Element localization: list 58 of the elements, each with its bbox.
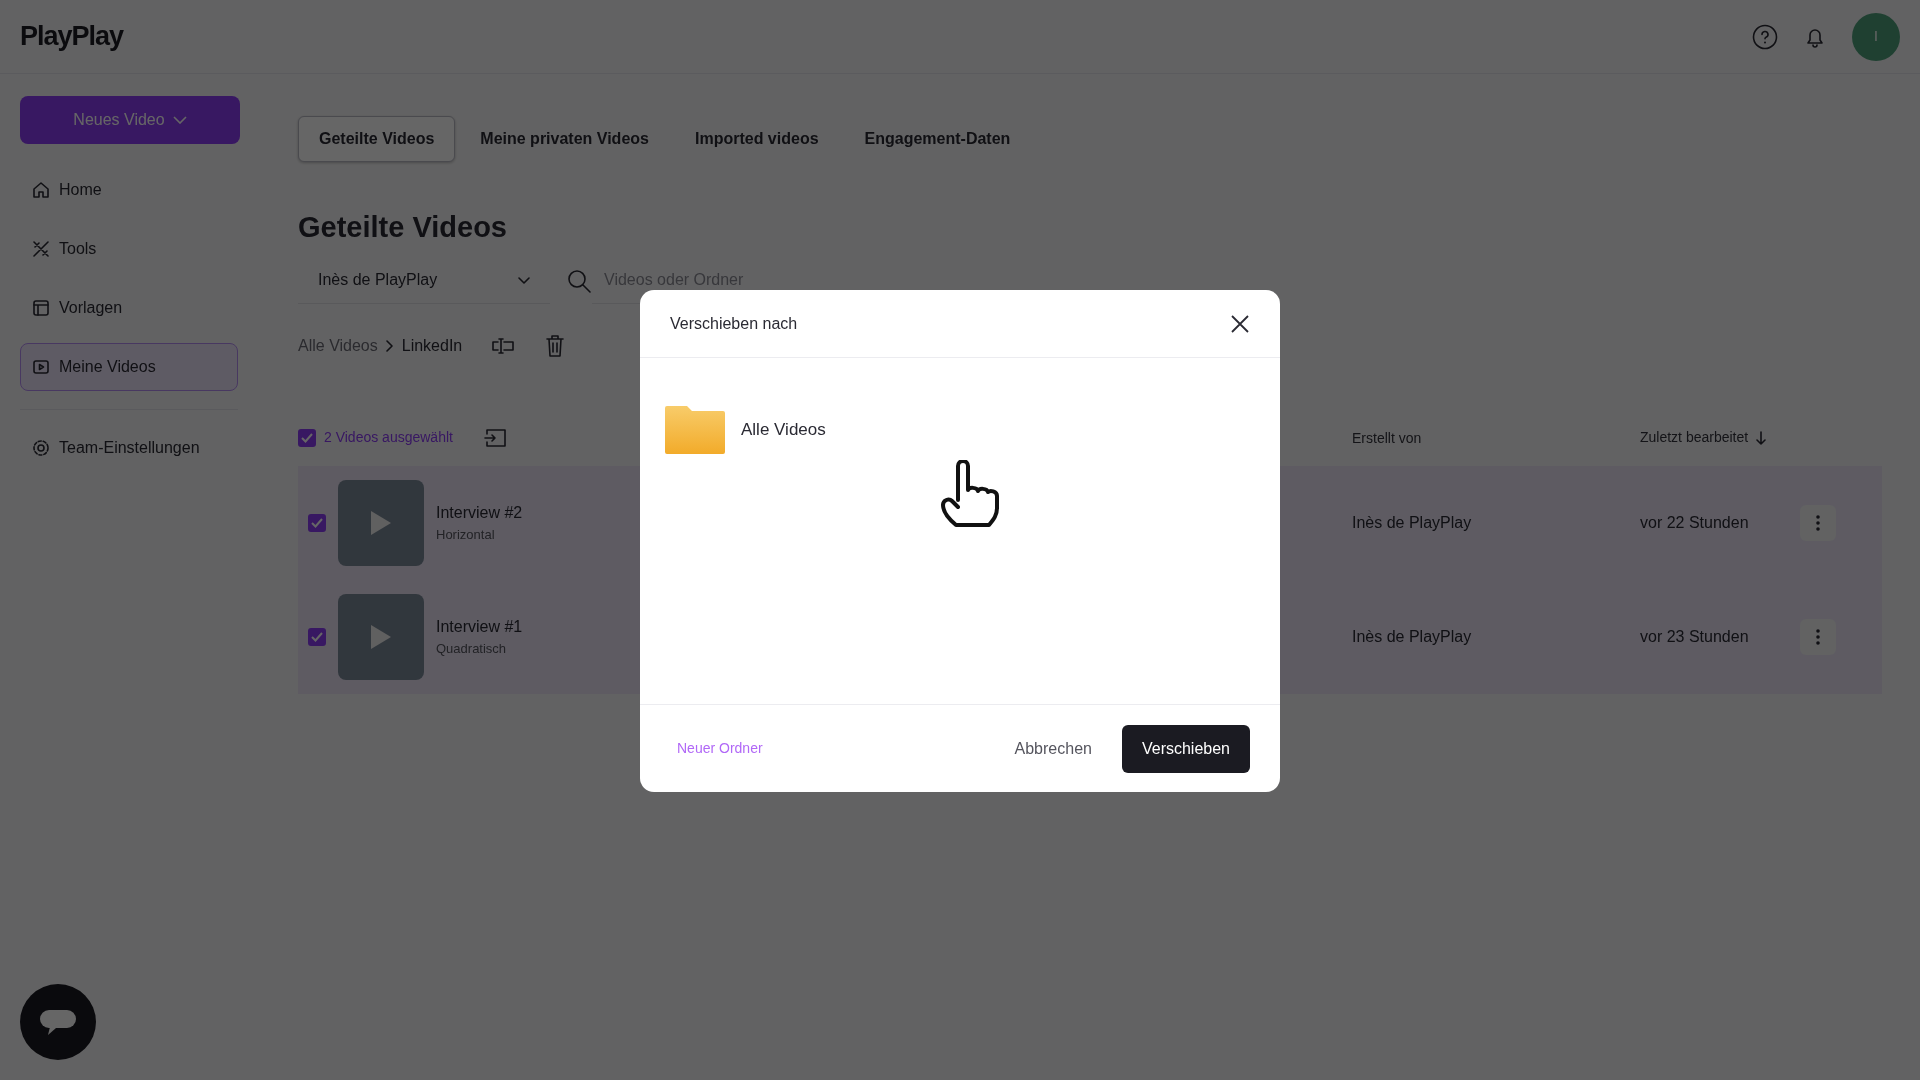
- close-icon[interactable]: [1230, 313, 1250, 334]
- table-cell-text: Inès de PlayPlay: [1352, 512, 1473, 533]
- chevron-right-icon: [385, 339, 394, 352]
- sidebar-item[interactable]: Team-Einstellungen: [20, 424, 238, 472]
- sidebar-item[interactable]: Tools: [20, 225, 238, 273]
- folder-name[interactable]: Alle Videos: [741, 417, 826, 443]
- checkbox[interactable]: [298, 428, 316, 447]
- play-icon: [369, 508, 393, 537]
- tab[interactable]: Imported videos: [673, 116, 840, 162]
- checkbox[interactable]: [308, 627, 326, 646]
- kebab-icon: [1816, 628, 1820, 645]
- home-icon: [31, 180, 51, 200]
- dialog-title: Verschieben nach: [670, 313, 798, 334]
- search-icon: [566, 267, 592, 294]
- page-title: Geteilte Videos: [298, 210, 508, 245]
- cancel-button[interactable]: Abbrechen: [1008, 735, 1098, 762]
- new-video-button[interactable]: Neues Video: [20, 96, 240, 144]
- gear-icon: [31, 438, 51, 458]
- logo: PlayPlay: [20, 20, 124, 54]
- tab[interactable]: Geteilte Videos: [298, 116, 456, 162]
- folder-icon[interactable]: [665, 406, 725, 454]
- trash-icon[interactable]: [544, 333, 567, 358]
- video-title: Interview #1: [436, 616, 523, 637]
- tab[interactable]: Engagement-Daten: [843, 116, 1032, 162]
- table-cell-text: vor 22 Stunden: [1640, 512, 1750, 533]
- template-icon: [31, 298, 51, 318]
- table-cell-text: Inès de PlayPlay: [1352, 626, 1473, 647]
- owner-dropdown[interactable]: Inès de PlayPlay: [298, 257, 550, 304]
- video-title: Interview #2: [436, 502, 523, 523]
- selection-count: 2 Videos ausgewählt: [324, 428, 453, 447]
- chevron-down-icon: [518, 276, 530, 284]
- checkbox[interactable]: [308, 513, 326, 532]
- video-icon: [31, 357, 51, 377]
- sort-down-icon[interactable]: [1756, 430, 1767, 445]
- more-button[interactable]: [1800, 618, 1836, 655]
- table-cell-text: vor 23 Stunden: [1640, 626, 1750, 647]
- more-button[interactable]: [1800, 504, 1836, 541]
- breadcrumb-link[interactable]: LinkedIn: [401, 333, 463, 358]
- play-icon: [369, 622, 393, 651]
- sidebar-item[interactable]: Home: [20, 166, 238, 214]
- photo-placeholder[interactable]: [338, 593, 424, 680]
- breadcrumb-link[interactable]: Alle Videos: [298, 333, 378, 358]
- help-icon[interactable]: [1752, 23, 1778, 50]
- rename-icon[interactable]: [490, 335, 517, 356]
- move-icon[interactable]: [482, 426, 509, 449]
- sidebar-item[interactable]: Vorlagen: [20, 284, 238, 332]
- photo-placeholder[interactable]: [338, 479, 424, 566]
- sidebar-item[interactable]: Meine Videos: [20, 343, 238, 391]
- video-format: Quadratisch: [436, 639, 508, 658]
- move-button[interactable]: Verschieben: [1121, 724, 1250, 773]
- chevron-down-icon: [172, 116, 187, 124]
- column-header[interactable]: Zuletzt bearbeitet: [1640, 427, 1749, 448]
- new-folder-link[interactable]: Neuer Ordner: [677, 738, 763, 759]
- video-format: Horizontal: [436, 525, 496, 544]
- tools-icon: [31, 239, 51, 259]
- column-header[interactable]: Erstellt von: [1352, 429, 1422, 446]
- kebab-icon: [1816, 514, 1820, 531]
- tab[interactable]: Meine privaten Videos: [459, 116, 670, 162]
